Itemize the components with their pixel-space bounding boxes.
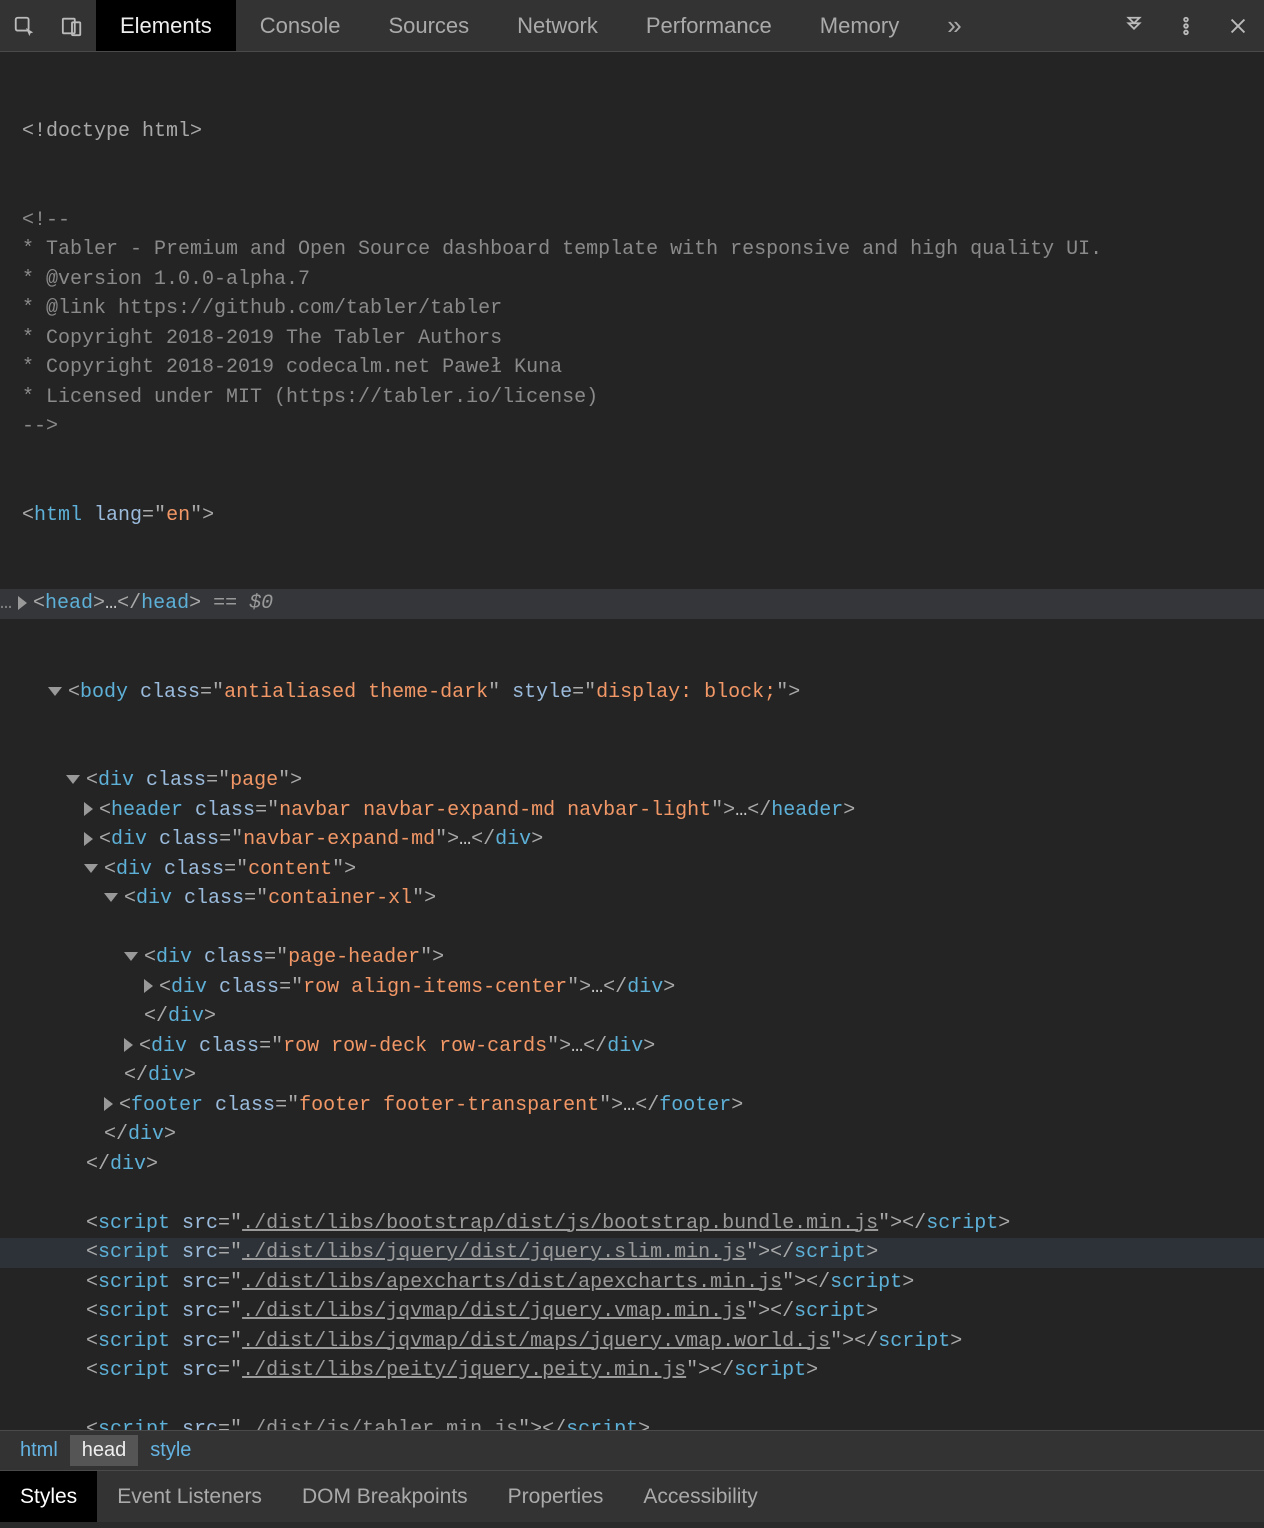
inspect-icon[interactable] [0,0,48,51]
styles-tab-dom-breakpoints[interactable]: DOM Breakpoints [282,1471,488,1522]
breadcrumb-html[interactable]: html [8,1435,70,1466]
panel-tab-elements[interactable]: Elements [96,0,236,51]
dom-row[interactable]: <script src="./dist/libs/jquery/dist/jqu… [0,1238,1264,1268]
panel-tab-memory[interactable]: Memory [796,0,923,51]
close-icon[interactable] [1212,0,1264,51]
dom-row[interactable]: <script src="./dist/libs/bootstrap/dist/… [0,1209,1264,1239]
expand-arrow-icon[interactable] [18,596,27,610]
dom-row[interactable]: <div class="row align-items-center">…</d… [0,973,1264,1003]
panel-tabs: ElementsConsoleSourcesNetworkPerformance… [96,0,1108,51]
dom-breadcrumb: htmlheadstyle [0,1430,1264,1470]
breadcrumb-style[interactable]: style [138,1435,203,1466]
dom-row[interactable]: <div class="navbar-expand-md">…</div> [0,825,1264,855]
styles-tab-styles[interactable]: Styles [0,1471,97,1522]
dom-row[interactable] [0,1179,1264,1209]
comment-row[interactable]: * Tabler - Premium and Open Source dashb… [0,235,1264,265]
dom-row[interactable]: <div class="container-xl"> [0,884,1264,914]
dom-row[interactable]: </div> [0,1061,1264,1091]
expand-arrow-icon[interactable] [124,1038,133,1052]
dom-row[interactable]: <footer class="footer footer-transparent… [0,1091,1264,1121]
body-open-row[interactable]: <body class="antialiased theme-dark" sty… [0,678,1264,708]
panel-tab-network[interactable]: Network [493,0,622,51]
dom-row[interactable]: </div> [0,1002,1264,1032]
styles-tabs: StylesEvent ListenersDOM BreakpointsProp… [0,1470,1264,1522]
dom-row[interactable] [0,914,1264,944]
comment-row[interactable]: * Licensed under MIT (https://tabler.io/… [0,383,1264,413]
comment-row[interactable]: --> [0,412,1264,442]
comment-row[interactable]: <!-- [0,206,1264,236]
dom-row[interactable]: </div> [0,1120,1264,1150]
dom-row[interactable]: <script src="./dist/libs/jqvmap/dist/jqu… [0,1297,1264,1327]
styles-tab-properties[interactable]: Properties [488,1471,624,1522]
device-toolbar-icon[interactable] [48,0,96,51]
styles-tab-event-listeners[interactable]: Event Listeners [97,1471,282,1522]
comment-row[interactable]: * @link https://github.com/tabler/tabler [0,294,1264,324]
dom-row[interactable]: <div class="page"> [0,766,1264,796]
html-open-row[interactable]: <html lang="en"> [0,501,1264,531]
devtools-toolbar: ElementsConsoleSourcesNetworkPerformance… [0,0,1264,52]
expand-arrow-icon[interactable] [84,802,93,816]
bottom-strip [0,1522,1264,1528]
overflow-tabs-icon[interactable]: » [923,0,985,51]
panel-tab-sources[interactable]: Sources [364,0,493,51]
expand-arrow-icon[interactable] [104,1097,113,1111]
dom-row[interactable]: <script src="./dist/libs/peity/jquery.pe… [0,1356,1264,1386]
dom-row[interactable]: <div class="row row-deck row-cards">…</d… [0,1032,1264,1062]
comment-row[interactable]: * Copyright 2018-2019 codecalm.net Paweł… [0,353,1264,383]
head-row[interactable]: …<head>…</head> == $0 [0,589,1264,619]
expand-arrow-icon[interactable] [48,687,62,696]
panel-tab-console[interactable]: Console [236,0,365,51]
dom-row[interactable]: </div> [0,1150,1264,1180]
kebab-icon[interactable] [1160,0,1212,51]
dom-row[interactable] [0,1386,1264,1416]
breadcrumb-head[interactable]: head [70,1435,139,1466]
dom-row[interactable]: <div class="content"> [0,855,1264,885]
expand-arrow-icon[interactable] [84,832,93,846]
styles-tab-accessibility[interactable]: Accessibility [623,1471,777,1522]
comment-row[interactable]: * @version 1.0.0-alpha.7 [0,265,1264,295]
dom-row[interactable]: <script src="./dist/js/tabler.min.js"></… [0,1415,1264,1430]
expand-arrow-icon[interactable] [66,775,80,784]
doctype-row[interactable]: <!doctype html> [0,117,1264,147]
expand-arrow-icon[interactable] [104,893,118,902]
dom-row[interactable]: <script src="./dist/libs/apexcharts/dist… [0,1268,1264,1298]
comment-row[interactable]: * Copyright 2018-2019 The Tabler Authors [0,324,1264,354]
expand-arrow-icon[interactable] [124,952,138,961]
expand-arrow-icon[interactable] [144,979,153,993]
dom-row[interactable]: <script src="./dist/libs/jqvmap/dist/map… [0,1327,1264,1357]
elements-tree[interactable]: <!doctype html> <!--* Tabler - Premium a… [0,52,1264,1430]
dom-row[interactable]: <div class="page-header"> [0,943,1264,973]
dom-row[interactable]: <header class="navbar navbar-expand-md n… [0,796,1264,826]
more-tabs-icon[interactable] [1108,0,1160,51]
panel-tab-performance[interactable]: Performance [622,0,796,51]
expand-arrow-icon[interactable] [84,864,98,873]
